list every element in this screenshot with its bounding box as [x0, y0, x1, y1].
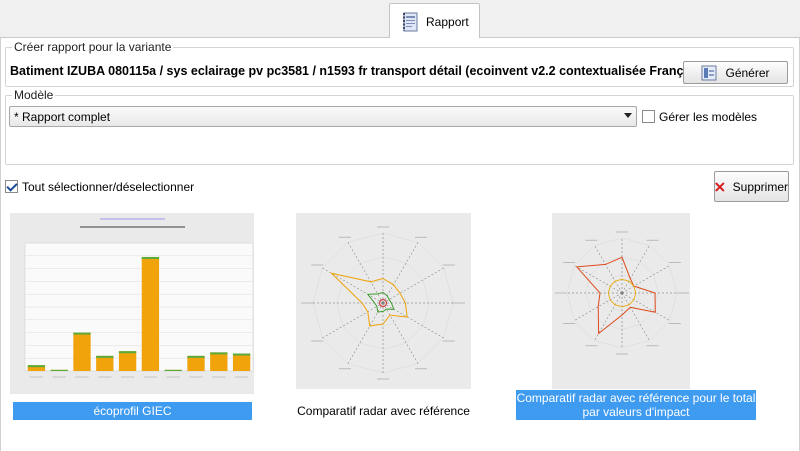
caption-ecoprofil-text: écoprofil GIEC [93, 404, 172, 418]
radar-axis [621, 292, 670, 321]
select-all-label: Tout sélectionner/déselectionner [22, 180, 195, 194]
bar-top [187, 355, 205, 358]
radar-axis [621, 292, 650, 341]
radar-axis [382, 302, 419, 364]
bar [187, 355, 205, 371]
delete-x-icon [715, 182, 725, 191]
chevron-down-icon [624, 113, 632, 118]
caption-radar[interactable]: Comparatif radar avec référence [296, 402, 471, 420]
radar-axis [382, 302, 444, 339]
bar-top [232, 353, 251, 356]
radar-series [366, 291, 395, 313]
bar-top [96, 355, 114, 358]
bar [96, 355, 114, 371]
generate-report-icon [701, 65, 717, 80]
bar [210, 352, 228, 371]
caption-radar-text: Comparatif radar avec référence [297, 404, 470, 418]
radar-chart-1 [301, 226, 465, 380]
caption-radar-total[interactable]: Comparatif radar avec référence pour le … [516, 390, 756, 420]
report-thumb-ecoprofil[interactable] [10, 213, 254, 394]
delete-label: Supprimer [732, 179, 788, 194]
select-all-checkbox[interactable] [5, 180, 18, 193]
delete-button[interactable]: Supprimer [714, 171, 789, 202]
radar-axis [382, 267, 444, 304]
bar [232, 353, 251, 371]
radar-axis [574, 265, 623, 294]
bar [118, 351, 137, 371]
caption-radar-total-text: Comparatif radar avec référence pour le … [516, 391, 756, 419]
bar-top [164, 369, 182, 371]
bar-top [118, 351, 137, 354]
tab-label: Rapport [426, 14, 469, 29]
model-legend: Modèle [12, 88, 56, 102]
manage-models-checkbox[interactable] [642, 110, 655, 123]
bar-chart [24, 218, 254, 378]
report-book-icon [403, 12, 418, 31]
bar-top [27, 365, 46, 368]
generate-button[interactable]: Générer [683, 61, 788, 84]
radar-series [575, 256, 656, 335]
radar-chart-2 [555, 231, 689, 355]
radar-axis [621, 265, 670, 294]
tab-rapport[interactable]: Rapport [389, 3, 480, 39]
model-select[interactable]: * Rapport complet [9, 106, 637, 127]
tab-strip: Rapport [0, 0, 800, 39]
manage-models-label: Gérer les modèles [659, 110, 758, 124]
generate-label: Générer [725, 65, 770, 80]
variant-title: Batiment IZUBA 080115a / sys eclairage p… [10, 64, 705, 78]
bar-top [210, 352, 228, 355]
radar-axis [322, 302, 384, 339]
bar-top [73, 332, 91, 335]
bar-top [141, 256, 160, 259]
caption-ecoprofil[interactable]: écoprofil GIEC [13, 402, 252, 420]
bar [141, 256, 160, 371]
report-thumb-radar[interactable] [296, 213, 471, 389]
report-thumb-radar-total[interactable] [552, 213, 690, 389]
bar [73, 332, 91, 371]
radar-axis [594, 245, 623, 294]
model-select-value: * Rapport complet [14, 109, 111, 124]
bar-top [50, 369, 68, 371]
create-report-legend: Créer rapport pour la variante [12, 40, 174, 54]
